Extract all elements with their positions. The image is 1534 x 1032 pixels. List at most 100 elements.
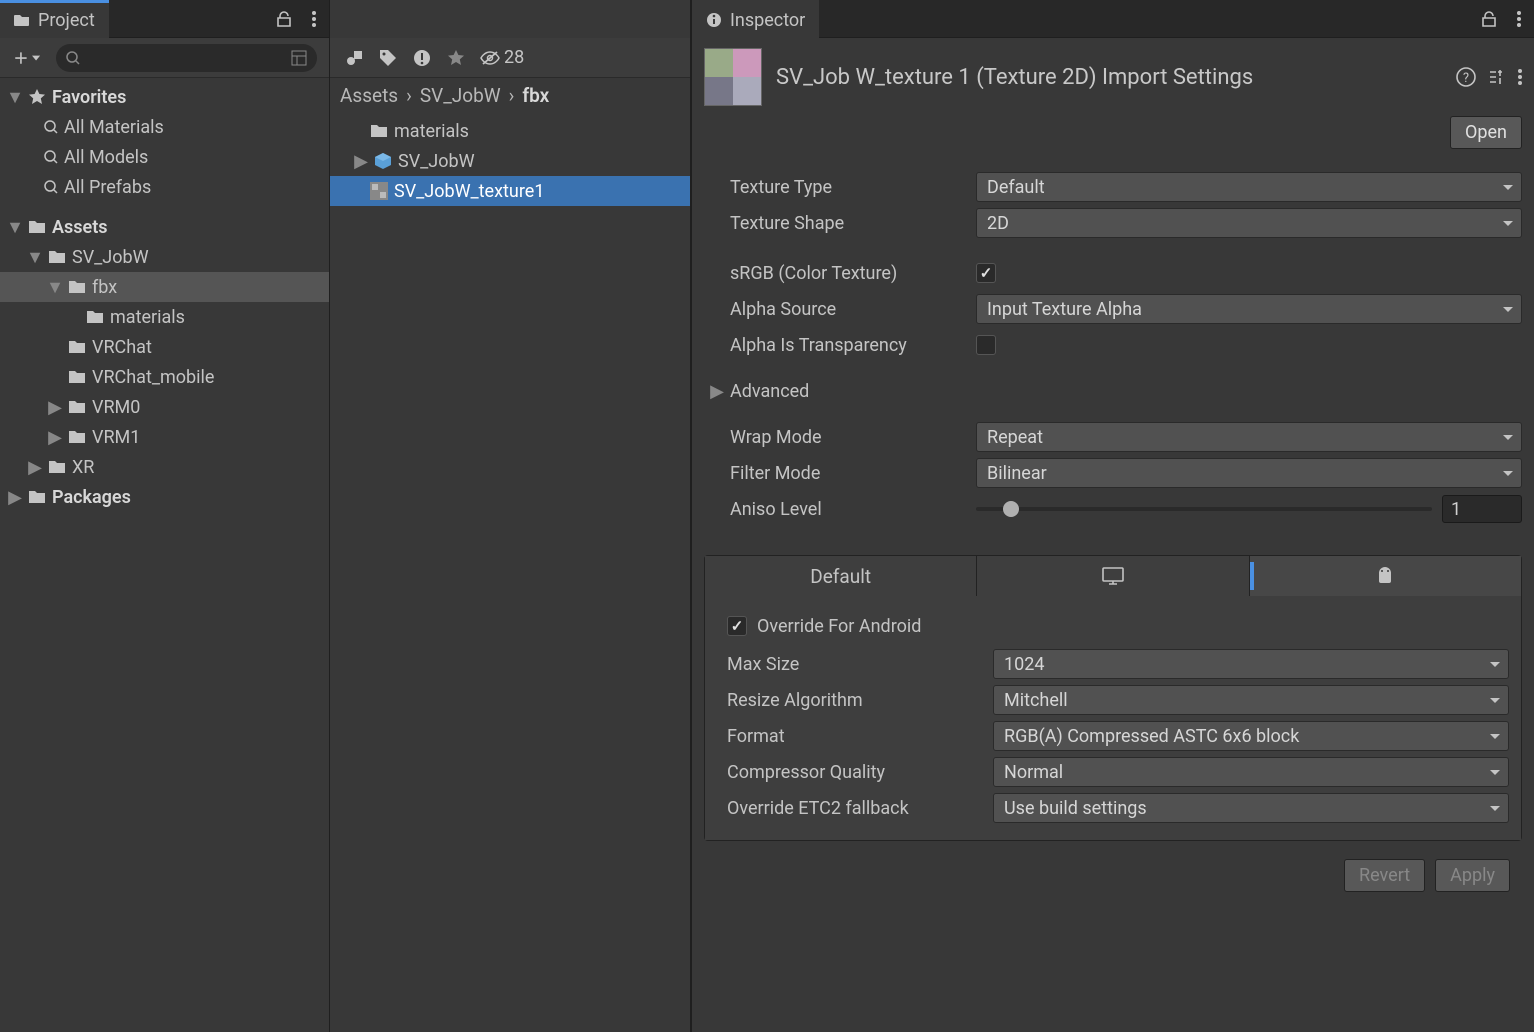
inspector-tab[interactable]: Inspector	[692, 0, 819, 38]
search-input[interactable]	[86, 49, 285, 67]
open-button[interactable]: Open	[1450, 116, 1522, 149]
breadcrumb-item[interactable]: SV_JobW	[420, 84, 501, 107]
compressor-quality-dropdown[interactable]: Normal	[993, 757, 1509, 787]
chevron-down-icon: ▼	[28, 250, 42, 264]
search-box[interactable]	[56, 44, 317, 72]
favorite-item[interactable]: All Prefabs	[0, 172, 329, 202]
format-dropdown[interactable]: RGB(A) Compressed ASTC 6x6 block	[993, 721, 1509, 751]
folder-icon	[28, 220, 46, 234]
lock-icon[interactable]	[273, 8, 295, 30]
alpha-transparency-checkbox[interactable]	[976, 335, 996, 355]
header-icons: ?	[1456, 67, 1522, 87]
platform-tab-default[interactable]: Default	[705, 556, 977, 596]
search-icon	[44, 180, 58, 194]
resize-algorithm-dropdown[interactable]: Mitchell	[993, 685, 1509, 715]
filter-label-button[interactable]	[372, 44, 404, 72]
tree-folder-selected[interactable]: ▼ fbx	[0, 272, 329, 302]
srgb-checkbox[interactable]	[976, 263, 996, 283]
project-panel: Project ▼ Favorites All Materials	[0, 0, 330, 1032]
prop-format: Format RGB(A) Compressed ASTC 6x6 block	[717, 718, 1509, 754]
prop-aniso-level: Aniso Level 1	[704, 491, 1522, 527]
apply-button[interactable]: Apply	[1435, 859, 1510, 892]
revert-button[interactable]: Revert	[1344, 859, 1425, 892]
list-item[interactable]: materials	[330, 116, 690, 146]
presets-icon[interactable]	[1488, 68, 1506, 86]
project-tab[interactable]: Project	[0, 0, 109, 38]
android-icon	[1376, 566, 1394, 586]
add-button[interactable]	[6, 44, 46, 72]
wrap-mode-dropdown[interactable]: Repeat	[976, 422, 1522, 452]
inspector-tab-label: Inspector	[730, 10, 805, 31]
eye-off-icon	[480, 51, 500, 65]
filter-mode-dropdown[interactable]: Bilinear	[976, 458, 1522, 488]
filter-type-button[interactable]	[338, 44, 370, 72]
alpha-source-dropdown[interactable]: Input Texture Alpha	[976, 294, 1522, 324]
prop-texture-shape: Texture Shape 2D	[704, 205, 1522, 241]
tree-folder[interactable]: ▶ XR	[0, 452, 329, 482]
aniso-slider[interactable]	[976, 507, 1432, 511]
platform-tab-header: Default	[705, 556, 1521, 596]
folder-icon	[86, 310, 104, 324]
tree-folder[interactable]: materials	[0, 302, 329, 332]
filter-star-button[interactable]	[440, 44, 472, 72]
favorites-label: Favorites	[52, 87, 126, 108]
override-label: Override For Android	[757, 616, 921, 637]
texture-shape-dropdown[interactable]: 2D	[976, 208, 1522, 238]
prop-resize-algorithm: Resize Algorithm Mitchell	[717, 682, 1509, 718]
footer-buttons: Revert Apply	[704, 841, 1522, 910]
search-icon	[44, 120, 58, 134]
override-etc2-dropdown[interactable]: Use build settings	[993, 793, 1509, 823]
override-checkbox[interactable]	[727, 616, 747, 636]
platform-tabs: Default Override For Android Max Size 10…	[704, 555, 1522, 841]
prop-compressor-quality: Compressor Quality Normal	[717, 754, 1509, 790]
favorites-header[interactable]: ▼ Favorites	[0, 82, 329, 112]
assets-header[interactable]: ▼ Assets	[0, 212, 329, 242]
tree-folder[interactable]: ▼ SV_JobW	[0, 242, 329, 272]
lock-icon[interactable]	[1478, 8, 1500, 30]
breadcrumb-item[interactable]: Assets	[340, 84, 398, 107]
prop-srgb: sRGB (Color Texture)	[704, 255, 1522, 291]
texture-preview[interactable]	[704, 48, 762, 106]
prop-override-etc2: Override ETC2 fallback Use build setting…	[717, 790, 1509, 826]
list-item-selected[interactable]: SV_JobW_texture1	[330, 176, 690, 206]
prop-texture-type: Texture Type Default	[704, 169, 1522, 205]
more-icon[interactable]	[1518, 69, 1522, 85]
breadcrumb: Assets › SV_JobW › fbx	[330, 78, 690, 112]
platform-tab-android[interactable]	[1250, 556, 1521, 596]
max-size-dropdown[interactable]: 1024	[993, 649, 1509, 679]
tree-folder[interactable]: ▶ VRM0	[0, 392, 329, 422]
search-by-type-icon[interactable]	[291, 50, 307, 66]
empty-tab-header	[330, 0, 690, 38]
search-icon	[66, 51, 80, 65]
packages-header[interactable]: ▶ Packages	[0, 482, 329, 512]
project-toolbar	[0, 38, 329, 78]
texture-type-dropdown[interactable]: Default	[976, 172, 1522, 202]
help-icon[interactable]: ?	[1456, 67, 1476, 87]
breadcrumb-item[interactable]: fbx	[522, 84, 549, 107]
inspector-panel: Inspector SV_Job W_texture 1 (Texture 2D…	[692, 0, 1534, 1032]
list-item[interactable]: ▶ SV_JobW	[330, 146, 690, 176]
chevron-right-icon: ▶	[48, 430, 62, 444]
chevron-right-icon: ▶	[28, 460, 42, 474]
advanced-foldout[interactable]: ▶ Advanced	[704, 373, 1522, 409]
tree-folder[interactable]: VRChat_mobile	[0, 362, 329, 392]
info-icon	[706, 12, 722, 28]
texture-icon	[370, 182, 388, 200]
hidden-count-label: 28	[504, 47, 524, 68]
folder-icon	[48, 250, 66, 264]
open-row: Open	[692, 116, 1534, 157]
more-icon[interactable]	[303, 8, 325, 30]
filter-log-button[interactable]	[406, 44, 438, 72]
more-icon[interactable]	[1508, 8, 1530, 30]
inspector-tab-header: Inspector	[692, 0, 1534, 38]
tree-folder[interactable]: ▶ VRM1	[0, 422, 329, 452]
hidden-count-button[interactable]: 28	[474, 44, 530, 72]
packages-label: Packages	[52, 487, 131, 508]
chevron-right-icon: ▶	[354, 154, 368, 168]
tree-folder[interactable]: VRChat	[0, 332, 329, 362]
favorite-item[interactable]: All Materials	[0, 112, 329, 142]
aniso-field[interactable]: 1	[1442, 495, 1522, 523]
favorite-item[interactable]: All Models	[0, 142, 329, 172]
platform-tab-standalone[interactable]	[977, 556, 1249, 596]
folder-icon	[370, 124, 388, 138]
